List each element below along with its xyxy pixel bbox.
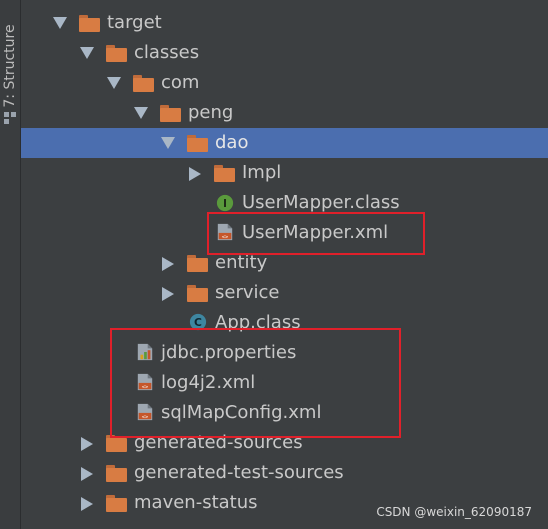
tree-item-label: classes	[134, 42, 200, 63]
side-tool-strip: 7: Structure	[0, 0, 21, 529]
tree-item-label: service	[215, 282, 280, 303]
svg-text:I: I	[223, 197, 227, 210]
tree-item-label: dao	[215, 132, 249, 153]
chevron-right-icon[interactable]	[81, 437, 93, 451]
folder-icon	[187, 285, 209, 303]
chevron-right-icon[interactable]	[189, 167, 201, 181]
highlight-box-config-files	[110, 328, 401, 438]
chevron-down-icon[interactable]	[107, 77, 121, 89]
folder-icon	[106, 45, 128, 63]
structure-tool-tab[interactable]: 7: Structure	[0, 10, 20, 110]
tree-item-label: generated-test-sources	[134, 462, 344, 483]
tree-item-label: entity	[215, 252, 268, 273]
chevron-down-icon[interactable]	[134, 107, 148, 119]
interface-class-icon: I	[216, 194, 234, 212]
chevron-down-icon[interactable]	[161, 137, 175, 149]
folder-icon	[106, 465, 128, 483]
watermark: CSDN @weixin_62090187	[376, 505, 532, 519]
chevron-down-icon[interactable]	[53, 17, 67, 29]
folder-icon	[187, 255, 209, 273]
tree-row-dao[interactable]: dao	[21, 128, 548, 158]
chevron-right-icon[interactable]	[162, 287, 174, 301]
folder-icon	[79, 15, 101, 33]
structure-tab-label: 7: Structure	[2, 24, 18, 108]
tree-item-label: UserMapper.class	[242, 192, 400, 213]
tree-row-peng[interactable]: peng	[21, 98, 548, 128]
tree-row-generated-test-sources[interactable]: generated-test-sources	[21, 458, 548, 488]
tree-row-com[interactable]: com	[21, 68, 548, 98]
chevron-right-icon[interactable]	[81, 467, 93, 481]
tree-row-target[interactable]: target	[21, 8, 548, 38]
tree-item-label: Impl	[242, 162, 282, 183]
chevron-right-icon[interactable]	[81, 497, 93, 511]
folder-icon	[133, 75, 155, 93]
tree-item-label: com	[161, 72, 200, 93]
chevron-right-icon[interactable]	[162, 257, 174, 271]
highlight-box-usermapper-xml	[207, 212, 425, 255]
tree-row-service[interactable]: service	[21, 278, 548, 308]
tree-row-impl[interactable]: Impl	[21, 158, 548, 188]
folder-icon	[214, 165, 236, 183]
tree-item-label: target	[107, 12, 162, 33]
structure-icon	[4, 112, 16, 124]
folder-icon	[106, 495, 128, 513]
tree-item-label: maven-status	[134, 492, 258, 513]
tree-item-label: peng	[188, 102, 234, 123]
folder-icon	[187, 135, 209, 153]
project-tree: target classes com peng dao Impl I UserM…	[21, 0, 548, 529]
folder-icon	[160, 105, 182, 123]
chevron-down-icon[interactable]	[80, 47, 94, 59]
tree-row-classes[interactable]: classes	[21, 38, 548, 68]
